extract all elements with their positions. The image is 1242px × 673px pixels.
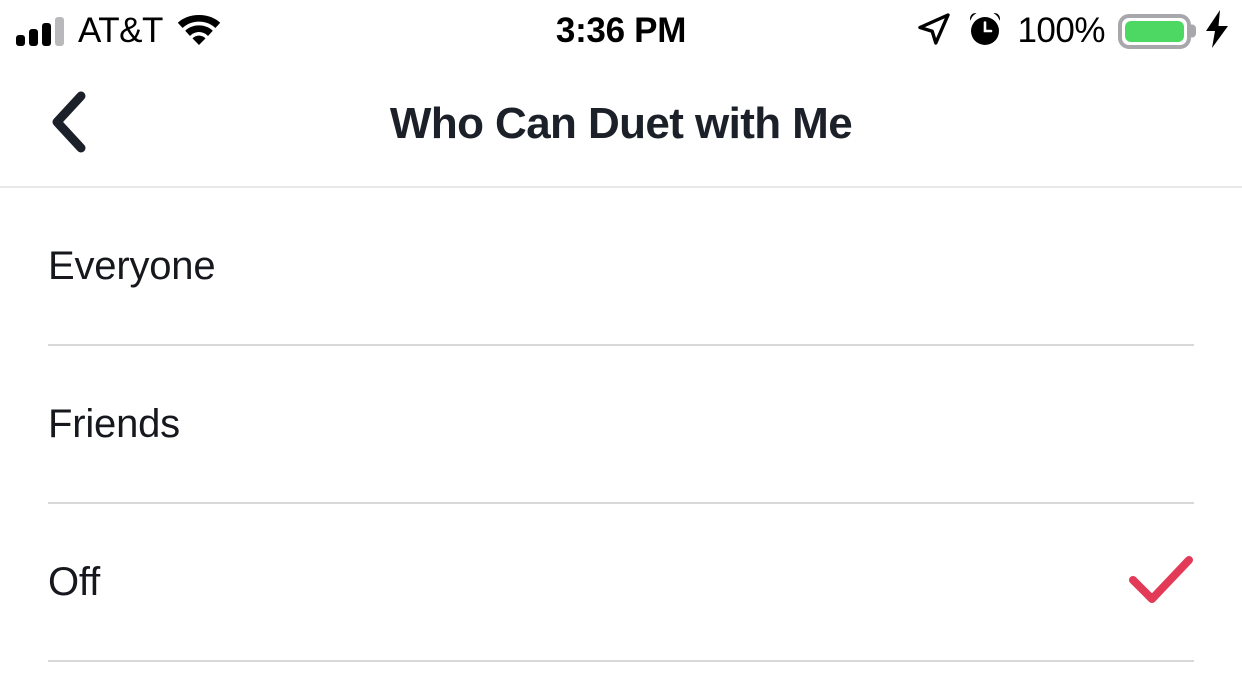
status-bar-left: AT&T (16, 0, 221, 62)
navigation-bar: Who Can Duet with Me (0, 62, 1242, 188)
list-item[interactable]: Everyone (0, 188, 1242, 344)
clock-label: 3:36 PM (555, 10, 687, 50)
battery-nub (1190, 24, 1196, 38)
battery-fill (1125, 20, 1184, 42)
battery-percent-label: 100% (1017, 10, 1105, 50)
options-list: Everyone Friends Off (0, 188, 1242, 662)
list-item[interactable]: Friends (0, 346, 1242, 502)
option-label: Everyone (48, 244, 216, 288)
option-label: Off (48, 560, 101, 604)
carrier-label: AT&T (78, 10, 163, 50)
signal-bars-icon (16, 16, 64, 46)
alarm-clock-icon (966, 10, 1004, 53)
battery-icon (1118, 13, 1196, 49)
status-bar-right: 100% (915, 0, 1230, 62)
option-label: Friends (48, 402, 180, 446)
list-item[interactable]: Off (0, 504, 1242, 660)
row-divider (48, 660, 1194, 662)
checkmark-icon (1128, 554, 1194, 611)
status-bar: AT&T 3:36 PM 100% (0, 0, 1242, 62)
page-title: Who Can Duet with Me (389, 99, 853, 148)
location-arrow-icon (915, 10, 953, 53)
app-screen: AT&T 3:36 PM 100% Who Can Duet with Me E… (0, 0, 1242, 673)
lightning-bolt-icon (1204, 9, 1230, 54)
wifi-icon (177, 12, 221, 50)
